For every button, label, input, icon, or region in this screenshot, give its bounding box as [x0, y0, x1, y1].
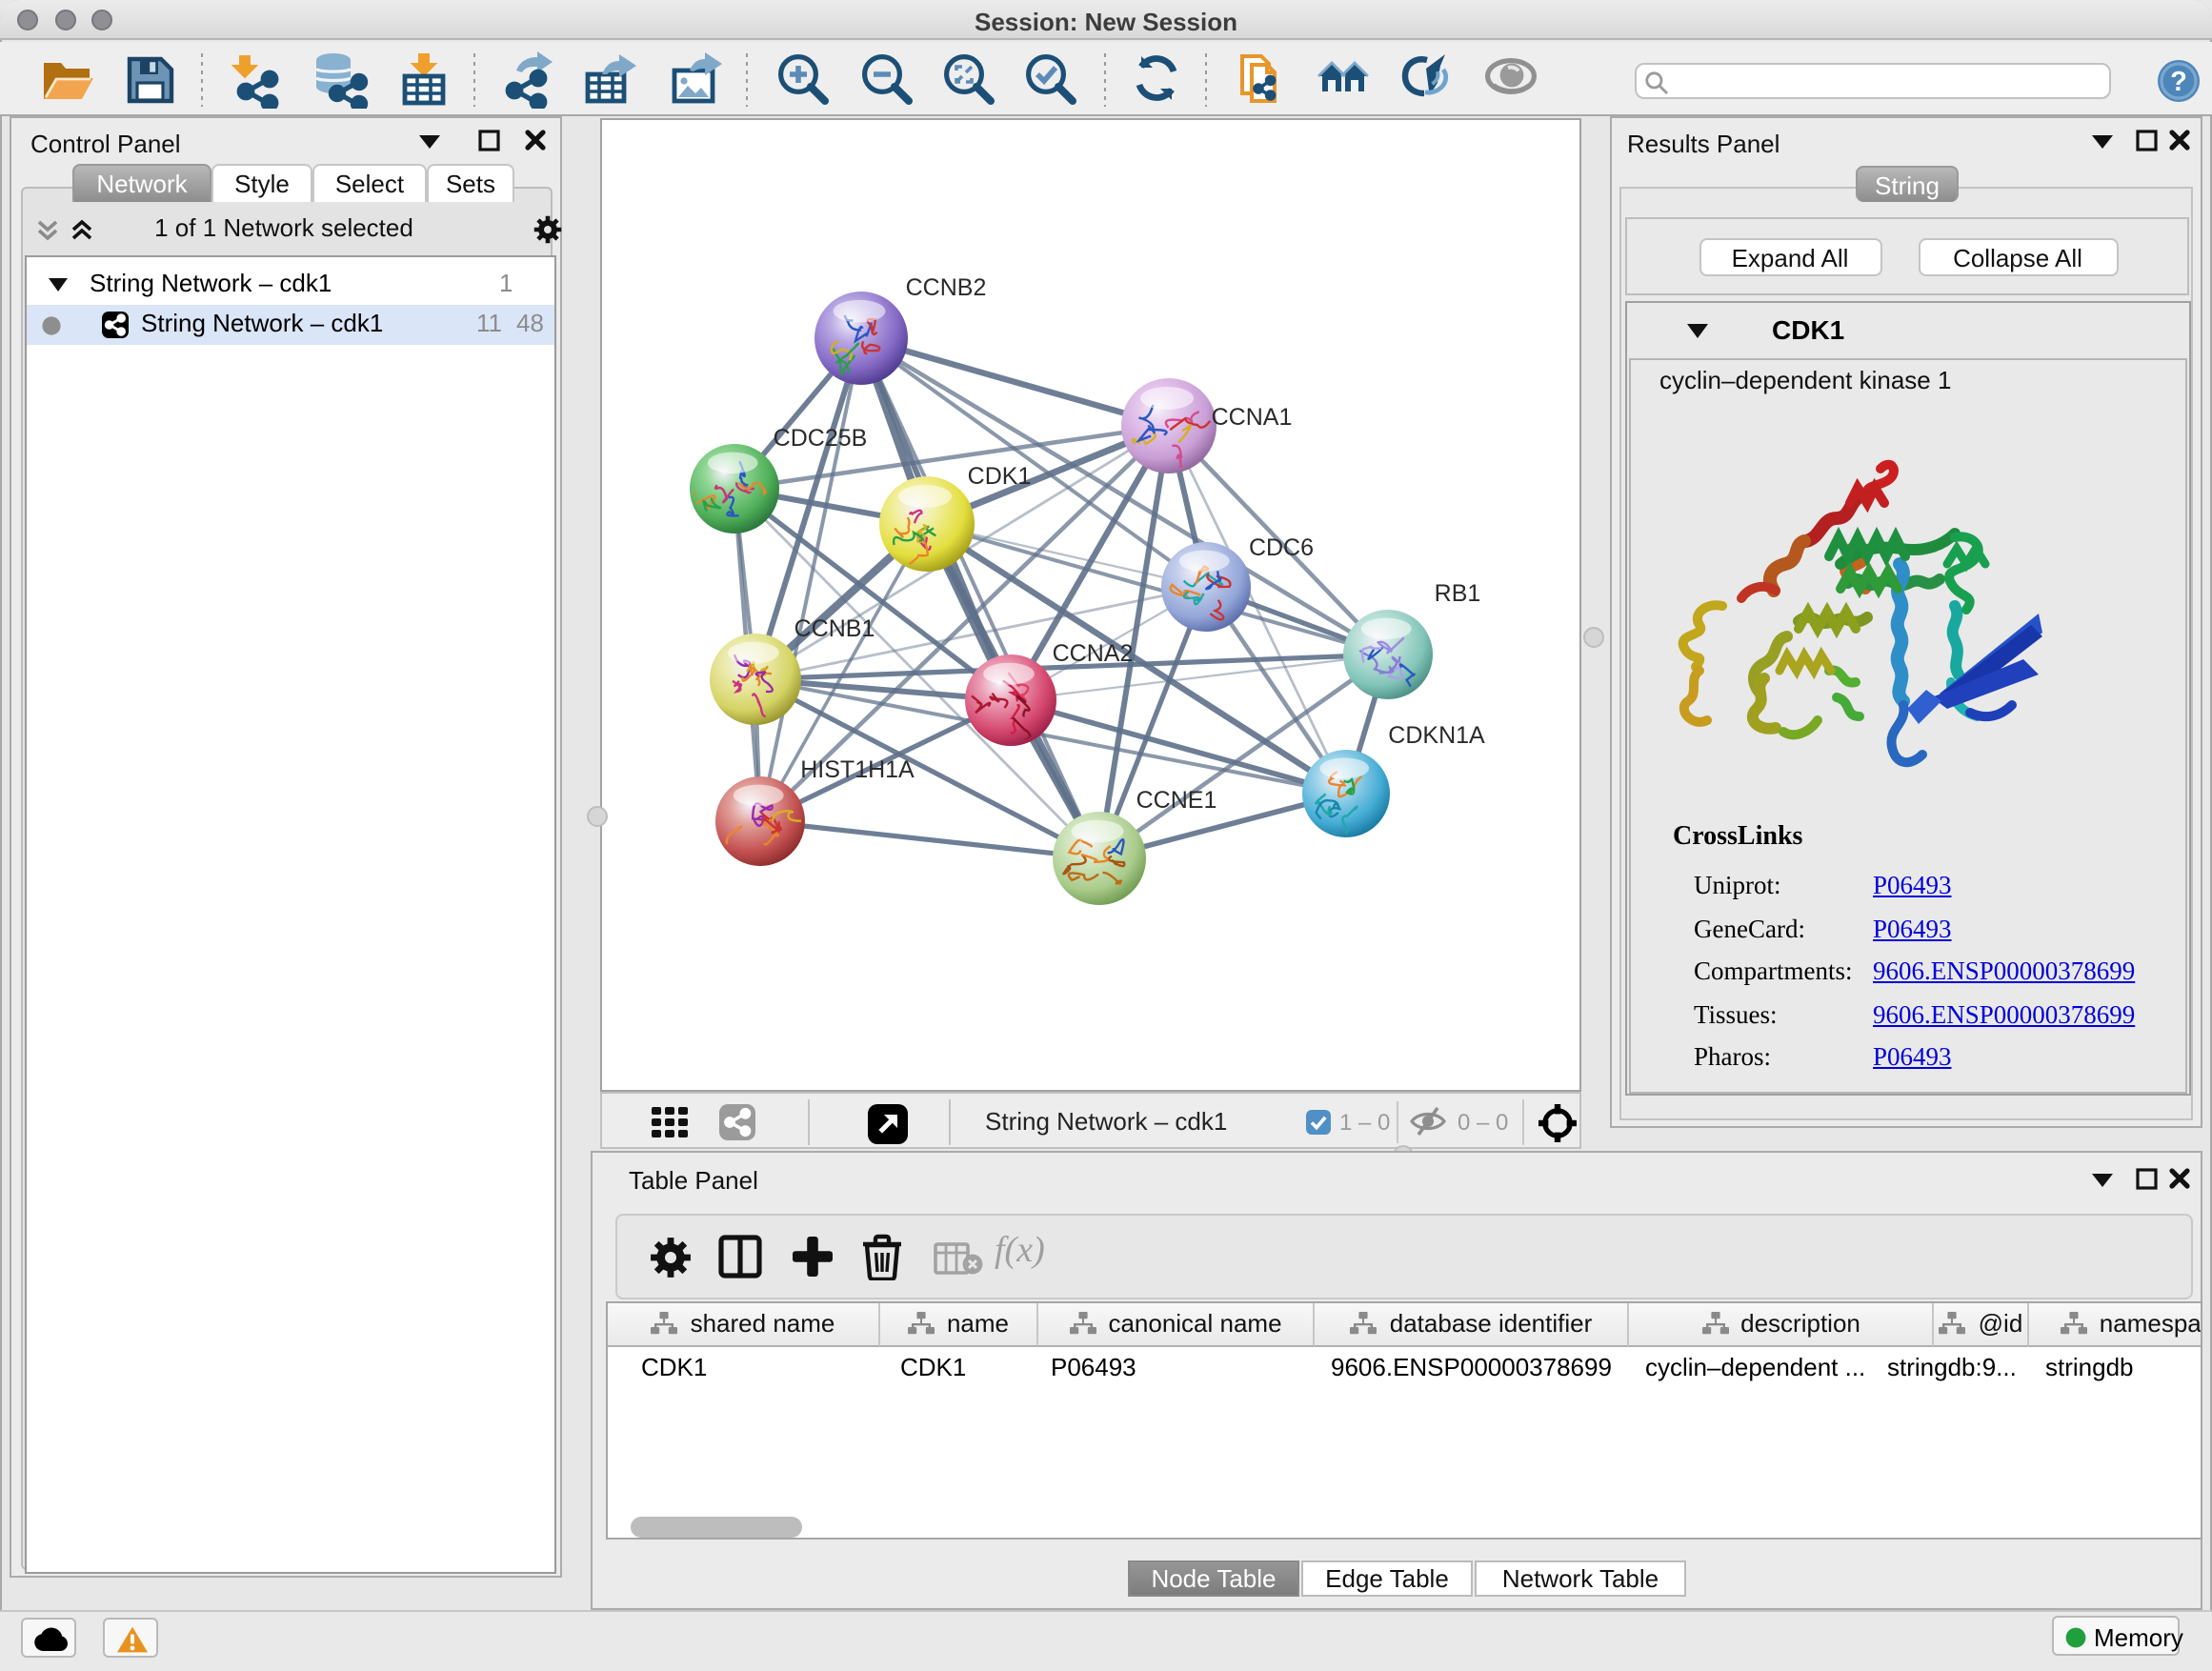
svg-text:RB1: RB1 [1435, 580, 1481, 607]
svg-text:?: ? [2170, 67, 2187, 97]
svg-text:HIST1H1A: HIST1H1A [800, 756, 915, 783]
svg-text:CCNE1: CCNE1 [1136, 787, 1217, 814]
svg-text:CDKN1A: CDKN1A [1388, 722, 1485, 749]
svg-text:CCNB2: CCNB2 [906, 274, 987, 301]
svg-text:CCNA1: CCNA1 [1212, 404, 1293, 431]
svg-text:CCNB1: CCNB1 [794, 615, 875, 642]
svg-text:CDC6: CDC6 [1249, 534, 1314, 561]
svg-text:CDK1: CDK1 [968, 463, 1032, 490]
svg-text:CDC25B: CDC25B [774, 425, 868, 452]
svg-text:CCNA2: CCNA2 [1053, 640, 1134, 667]
